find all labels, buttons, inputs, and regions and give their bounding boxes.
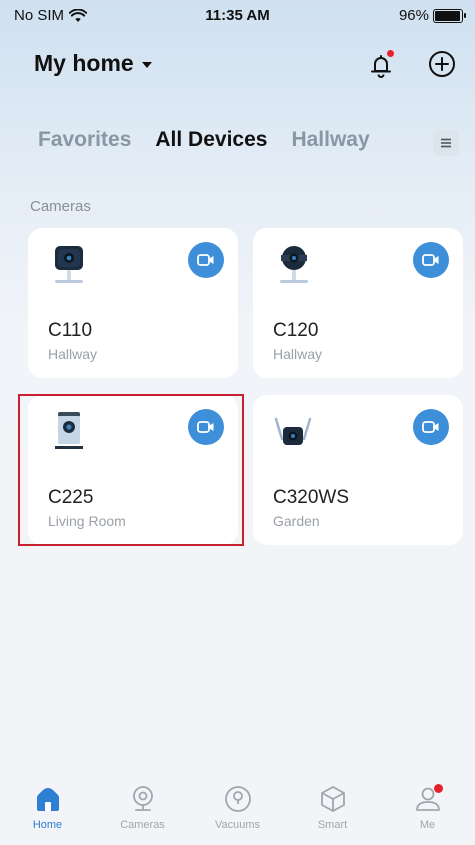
- home-icon: [36, 788, 59, 811]
- device-card-c320ws[interactable]: C320WS Garden: [253, 395, 463, 545]
- home-name: My home: [34, 50, 134, 76]
- notifications-button[interactable]: [366, 50, 396, 80]
- nav-item-cameras[interactable]: Cameras: [95, 784, 190, 845]
- device-room: Garden: [273, 513, 320, 529]
- battery-fill: [435, 10, 460, 21]
- live-video-button[interactable]: [413, 409, 449, 445]
- nav-label: Vacuums: [214, 819, 261, 831]
- bottom-nav: Home Cameras Vacuums Smart Me: [0, 784, 475, 845]
- c320ws-camera-icon: [274, 417, 312, 445]
- nav-label: Smart: [317, 819, 348, 831]
- live-video-button[interactable]: [188, 242, 224, 278]
- video-icon: [197, 421, 214, 433]
- device-name: C225: [48, 487, 94, 508]
- device-card-c110[interactable]: C110 Hallway: [28, 228, 238, 378]
- home-selector[interactable]: My home: [34, 50, 152, 77]
- nav-item-vacuums[interactable]: Vacuums: [190, 784, 285, 845]
- tab-all-devices[interactable]: All Devices: [155, 128, 267, 152]
- video-icon: [422, 421, 439, 433]
- nav-item-home[interactable]: Home: [0, 784, 95, 845]
- battery-status: 96%: [398, 7, 466, 24]
- video-icon: [197, 254, 214, 266]
- device-name: C320WS: [273, 487, 350, 508]
- add-device-button[interactable]: [428, 50, 456, 78]
- device-card-c225[interactable]: C225 Living Room: [28, 395, 238, 545]
- c225-camera-icon: [55, 412, 83, 449]
- tabs-menu-button[interactable]: [433, 130, 459, 156]
- nav-label: Cameras: [120, 819, 165, 831]
- nav-item-smart[interactable]: Smart: [285, 784, 380, 845]
- plus-circle-icon: [429, 51, 455, 77]
- camera-icon: [132, 786, 153, 811]
- battery-percent: 96%: [398, 7, 429, 24]
- chevron-down-icon: [141, 62, 152, 68]
- device-name: C120: [273, 320, 319, 341]
- device-room: Hallway: [273, 346, 323, 362]
- smart-cube-icon: [320, 786, 345, 812]
- vacuum-icon: [224, 786, 251, 812]
- notification-badge: [387, 50, 394, 57]
- device-room: Hallway: [48, 346, 98, 362]
- c120-camera-icon: [280, 246, 308, 283]
- video-icon: [422, 254, 439, 266]
- nav-label: Me: [419, 819, 436, 831]
- device-card-c120[interactable]: C120 Hallway: [253, 228, 463, 378]
- tab-hallway[interactable]: Hallway: [291, 128, 369, 152]
- notification-badge: [433, 784, 443, 793]
- device-tabs: Favorites All Devices Hallway: [38, 128, 370, 152]
- live-video-button[interactable]: [413, 242, 449, 278]
- battery-icon: [433, 8, 466, 23]
- c110-camera-icon: [55, 246, 83, 283]
- device-room: Living Room: [48, 513, 126, 529]
- tab-favorites[interactable]: Favorites: [38, 128, 131, 152]
- section-label-cameras: Cameras: [30, 198, 91, 215]
- nav-item-me[interactable]: Me: [380, 784, 475, 845]
- nav-label: Home: [32, 819, 63, 831]
- status-bar: No SIM 11:35 AM 96%: [0, 0, 475, 30]
- menu-icon: [441, 138, 451, 148]
- device-name: C110: [48, 320, 93, 341]
- live-video-button[interactable]: [188, 409, 224, 445]
